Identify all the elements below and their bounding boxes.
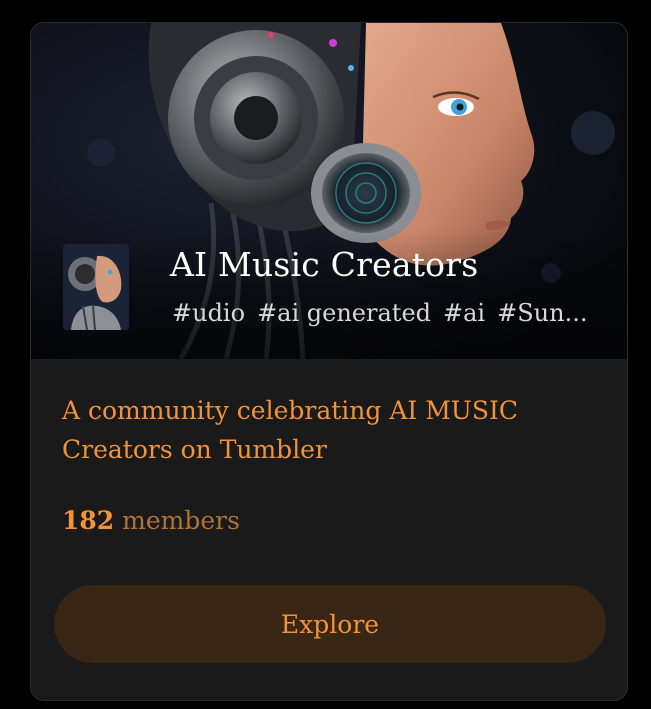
member-count: 182 members [62,506,240,535]
community-title: AI Music Creators [170,245,479,284]
member-count-number: 182 [62,506,115,535]
tag-list: #udio #ai generated #ai #Sun... [172,299,592,327]
member-count-label: members [122,506,240,535]
community-card[interactable]: AI Music Creators #udio #ai generated #ai #… [30,22,628,701]
tag-item[interactable]: #Sun... [497,299,587,327]
banner-image: AI Music Creators #udio #ai generated #ai #… [31,23,627,359]
tag-item[interactable]: #ai generated [257,299,431,327]
tag-item[interactable]: #udio [172,299,245,327]
robot-woman-avatar-icon [63,244,129,330]
explore-button[interactable]: Explore [54,585,606,663]
community-description: A community celebrating AI MUSIC Creator… [62,396,518,464]
community-avatar[interactable] [63,244,129,330]
tag-item[interactable]: #ai [443,299,485,327]
